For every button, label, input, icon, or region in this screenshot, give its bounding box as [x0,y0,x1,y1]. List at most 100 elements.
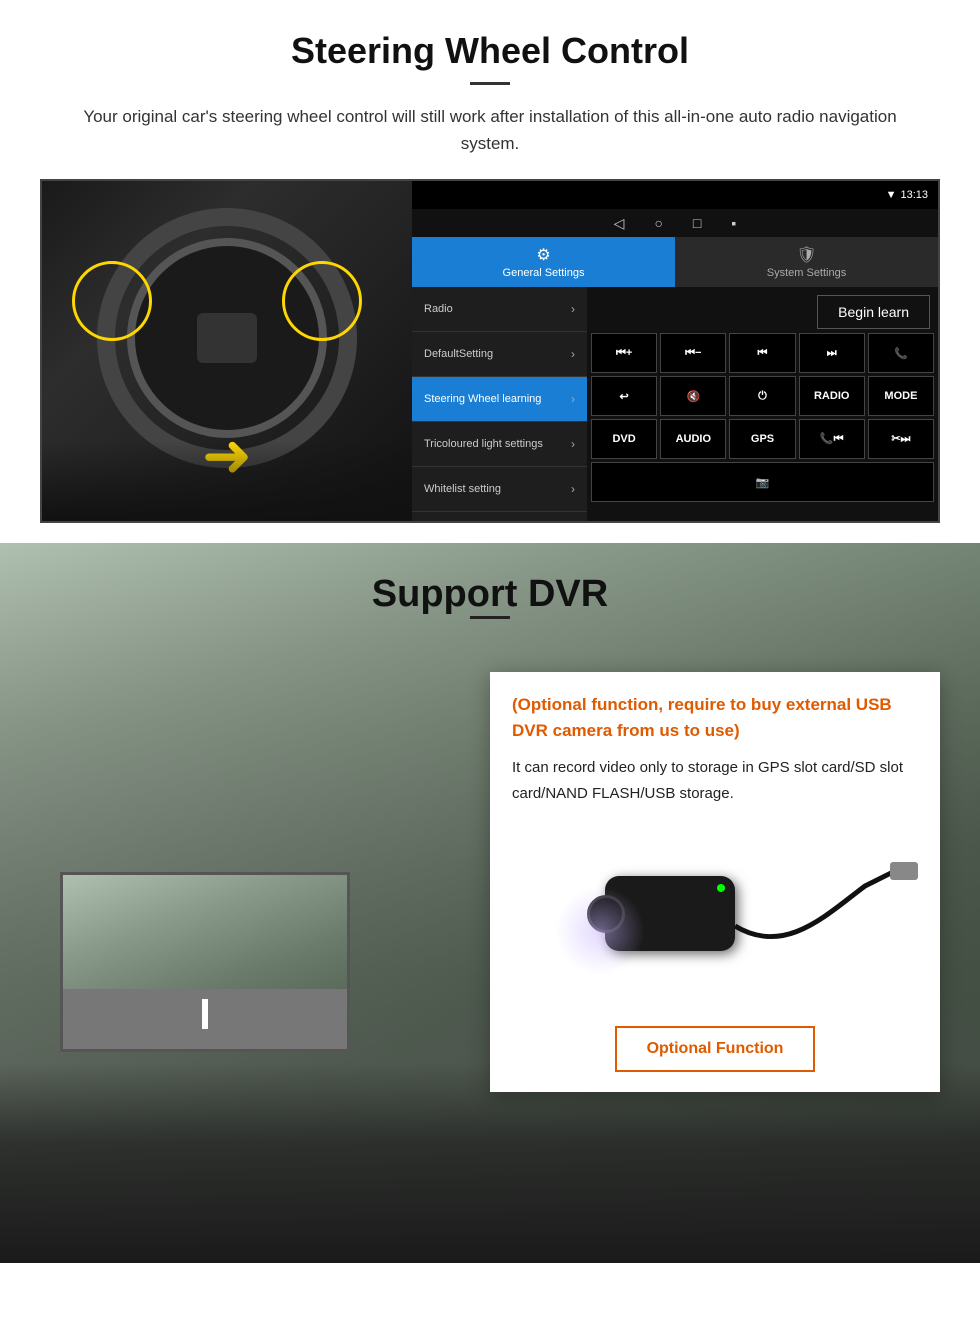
settings-tabs: ⚙ General Settings 🛡 System Settings [412,237,938,287]
sw-hub [197,313,257,363]
tab-general-settings[interactable]: ⚙ General Settings [412,237,675,287]
ctrl-row-1: ⏮+ ⏮− ⏮ ⏭ 📞 [591,333,934,373]
time-display: 13:13 [900,189,928,201]
begin-learn-button[interactable]: Begin learn [817,295,930,329]
title-divider [470,82,510,85]
menu-arrow-default: › [571,347,575,361]
nav-home-icon[interactable]: ○ [654,215,662,231]
ctrl-row-2: ↩ 🔇 ⏻ RADIO MODE [591,376,934,416]
menu-and-controls: Radio › DefaultSetting › Steering Wheel … [412,287,938,521]
highlight-right [282,261,362,341]
thumb-road-line [202,999,208,1029]
menu-item-whitelist[interactable]: Whitelist setting › [412,467,587,512]
phone-icon: 📞 [894,347,908,360]
ctrl-btn-phone-prev[interactable]: 📞⏮ [799,419,865,459]
ctrl-btn-camera[interactable]: 📷 [591,462,934,502]
ctrl-btn-dvd[interactable]: DVD [591,419,657,459]
nav-menu-icon[interactable]: ▪ [731,215,736,231]
optional-function-button[interactable]: Optional Function [615,1026,815,1072]
vol-plus-icon: ⏮+ [616,347,632,360]
statusbar-icons: ▼ 13:13 [886,189,928,201]
signal-icon: ▼ [886,189,897,201]
tab-general-label: General Settings [503,267,585,279]
dvd-label: DVD [612,433,635,445]
ctrl-btn-prev-track[interactable]: ⏮ [729,333,795,373]
tab-system-settings[interactable]: 🛡 System Settings [675,237,938,287]
section-steering: Steering Wheel Control Your original car… [0,0,980,543]
menu-whitelist-label: Whitelist setting [424,482,501,496]
system-icon: 🛡 [796,245,816,265]
menu-item-defaultsetting[interactable]: DefaultSetting › [412,332,587,377]
dvr-optional-text: (Optional function, require to buy exter… [512,692,918,743]
dvr-description: It can record video only to storage in G… [512,755,918,806]
ctrl-btn-phone[interactable]: 📞 [868,333,934,373]
android-ui-container: ➜ ▼ 13:13 ◁ ○ □ ▪ ⚙ Ge [40,179,940,523]
cut-next-icon: ✂⏭ [891,432,910,446]
camera-icon: 📷 [756,476,770,489]
vol-minus-icon: ⏮− [685,347,701,360]
car-interior-bg [0,1063,980,1263]
menu-arrow-tricoloured: › [571,437,575,451]
prev-track-icon: ⏮ [758,347,768,360]
mute-icon: 🔇 [686,390,700,403]
next-track-icon: ⏭ [827,347,837,360]
menu-item-radio[interactable]: Radio › [412,287,587,332]
controls-area: Begin learn ⏮+ ⏮− ⏮ ⏭ 📞 ↩ 🔇 [587,287,938,521]
usb-plug [890,862,918,880]
car-photo: ➜ [42,181,412,521]
nav-back-icon[interactable]: ◁ [614,215,625,232]
gauge-area [42,441,412,521]
android-navbar: ◁ ○ □ ▪ [412,209,938,237]
begin-learn-row: Begin learn [591,291,934,329]
ctrl-btn-vol-minus[interactable]: ⏮− [660,333,726,373]
menu-arrow-whitelist: › [571,482,575,496]
ctrl-btn-back[interactable]: ↩ [591,376,657,416]
ctrl-row-3: DVD AUDIO GPS 📞⏮ ✂⏭ [591,419,934,459]
dvr-camera-image [512,826,918,1006]
ctrl-btn-next-track[interactable]: ⏭ [799,333,865,373]
nav-recents-icon[interactable]: □ [693,215,701,231]
dvr-title-divider [470,616,510,619]
menu-default-label: DefaultSetting [424,347,493,361]
ctrl-btn-cut-next[interactable]: ✂⏭ [868,419,934,459]
control-buttons-grid: ⏮+ ⏮− ⏮ ⏭ 📞 ↩ 🔇 ⏻ RADIO MODE [591,333,934,502]
menu-steering-label: Steering Wheel learning [424,392,541,406]
ctrl-btn-gps[interactable]: GPS [729,419,795,459]
steering-title: Steering Wheel Control [40,30,940,72]
steering-description: Your original car's steering wheel contr… [60,103,920,157]
ctrl-btn-power[interactable]: ⏻ [729,376,795,416]
dvr-info-card: (Optional function, require to buy exter… [490,672,940,1092]
menu-arrow-steering: › [571,392,575,406]
ctrl-btn-vol-plus[interactable]: ⏮+ [591,333,657,373]
menu-item-steeringwheel[interactable]: Steering Wheel learning › [412,377,587,422]
highlight-left [72,261,152,341]
android-ui: ▼ 13:13 ◁ ○ □ ▪ ⚙ General Settings 🛡 Sy [412,181,938,521]
menu-radio-label: Radio [424,302,453,316]
radio-label: RADIO [814,390,849,402]
dvr-content: (Optional function, require to buy exter… [0,672,980,1092]
dvr-title: Support DVR [0,573,980,616]
section-dvr: Support DVR (Optional function, require … [0,543,980,1263]
mode-label: MODE [884,390,917,402]
menu-item-tricoloured[interactable]: Tricoloured light settings › [412,422,587,467]
dvr-thumbnail [60,872,350,1052]
gear-icon: ⚙ [536,245,550,265]
ctrl-btn-mode[interactable]: MODE [868,376,934,416]
android-statusbar: ▼ 13:13 [412,181,938,209]
light-beam [555,886,645,976]
audio-label: AUDIO [676,433,711,445]
menu-tricoloured-label: Tricoloured light settings [424,437,543,451]
ctrl-row-4: 📷 [591,462,934,502]
power-icon: ⏻ [758,390,767,403]
phone-prev-icon: 📞⏮ [820,432,844,446]
tab-system-label: System Settings [767,267,846,279]
menu-list: Radio › DefaultSetting › Steering Wheel … [412,287,587,521]
ctrl-btn-radio[interactable]: RADIO [799,376,865,416]
ctrl-btn-mute[interactable]: 🔇 [660,376,726,416]
back-icon: ↩ [619,390,628,403]
ctrl-btn-audio[interactable]: AUDIO [660,419,726,459]
dvr-left [40,672,460,1052]
gps-label: GPS [751,433,774,445]
menu-arrow-radio: › [571,302,575,316]
dvr-header: Support DVR [0,543,980,652]
